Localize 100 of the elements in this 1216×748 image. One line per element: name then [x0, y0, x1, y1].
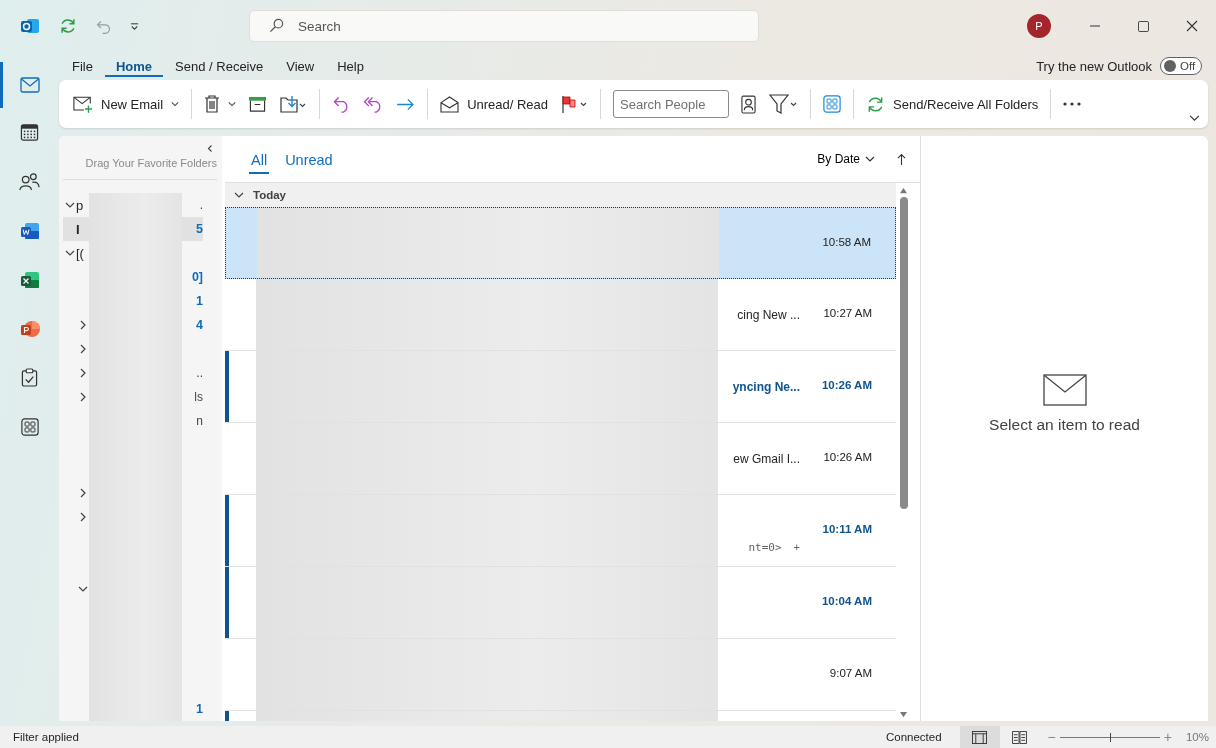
- filter-icon[interactable]: [768, 94, 799, 114]
- folder-name: n: [196, 414, 203, 428]
- more-options-icon[interactable]: [1063, 102, 1082, 106]
- outlook-logo-icon: [19, 16, 40, 36]
- folder-name: [(: [76, 245, 84, 261]
- folder-name: .: [199, 198, 203, 212]
- folder-item[interactable]: 1: [63, 289, 203, 313]
- folder-item[interactable]: [(: [63, 241, 203, 265]
- folder-item[interactable]: n: [63, 409, 203, 433]
- calendar-icon: [20, 123, 39, 142]
- message-item[interactable]: ew Gmail I... 10:26 AM: [225, 423, 896, 495]
- empty-reading-pane-text: Select an item to read: [989, 416, 1140, 434]
- view-button[interactable]: [959, 726, 1000, 748]
- message-item[interactable]: 9:07 AM: [225, 639, 896, 711]
- message-time: 10:11 AM: [822, 523, 872, 535]
- folder-name: ls: [194, 390, 203, 404]
- ribbon-tab[interactable]: File: [61, 54, 104, 78]
- unread-count: 1: [196, 702, 203, 716]
- grid-view-icon[interactable]: [823, 95, 842, 113]
- message-item[interactable]: 10:04 AM: [225, 567, 896, 639]
- zoom-level: 10%: [1185, 731, 1209, 743]
- envelope-icon: [1042, 374, 1087, 406]
- folder-item[interactable]: I 5: [63, 217, 203, 241]
- customize-caret-icon[interactable]: [130, 21, 139, 31]
- mail-icon: [19, 77, 40, 93]
- subject-text: ew Gmail I...: [733, 452, 800, 466]
- sort-dropdown[interactable]: By Date: [811, 151, 881, 167]
- preview-text: nt=0>: [748, 540, 782, 554]
- collapse-chevron-icon[interactable]: [77, 584, 88, 594]
- ribbon-tab[interactable]: Send / Receive: [164, 54, 275, 78]
- message-item[interactable]: 10:58 AM: [225, 207, 896, 279]
- toggle-switch[interactable]: Off: [1160, 57, 1202, 75]
- ribbon-tab[interactable]: Help: [326, 54, 375, 78]
- collapse-chevron-icon[interactable]: [64, 200, 75, 210]
- move-to-folder-icon[interactable]: [279, 95, 308, 113]
- ribbon-tab[interactable]: Home: [104, 55, 164, 77]
- scroll-down-icon[interactable]: [899, 711, 908, 718]
- message-item[interactable]: cing New ... 10:27 AM: [225, 279, 896, 351]
- normal-view-icon: [972, 730, 988, 744]
- avatar[interactable]: P: [1027, 14, 1051, 38]
- sort-arrow-icon[interactable]: [897, 152, 906, 166]
- folder-item[interactable]: 1: [63, 697, 203, 721]
- dropdown-caret-icon[interactable]: [171, 100, 180, 108]
- ribbon-tab[interactable]: View: [275, 54, 326, 78]
- flag-icon[interactable]: [560, 95, 589, 113]
- group-label: Today: [253, 189, 286, 201]
- unread-read-button[interactable]: Unread/ Read: [440, 95, 549, 113]
- dropdown-caret-icon[interactable]: [228, 100, 237, 108]
- collapse-pane-icon[interactable]: [207, 144, 213, 153]
- expand-ribbon-icon[interactable]: [1189, 115, 1200, 122]
- unread-count: 1: [196, 294, 203, 308]
- unread-count: 0]: [191, 270, 203, 284]
- folder-item[interactable]: ls: [63, 385, 203, 409]
- filter-tab[interactable]: Unread: [283, 144, 335, 174]
- excel-icon: [19, 269, 40, 290]
- message-item[interactable]: yncing Ne... 10:26 AM: [225, 351, 896, 423]
- search-people-field[interactable]: Search People: [613, 90, 730, 118]
- folder-name: ..: [196, 366, 203, 380]
- apps-grid-icon: [20, 417, 39, 436]
- folder-item[interactable]: 4: [63, 313, 203, 337]
- message-item[interactable]: nt=0> + 10:11 AM: [225, 495, 896, 567]
- folder-item[interactable]: p .: [63, 193, 203, 217]
- word-icon: [19, 220, 40, 241]
- message-time: 10:04 AM: [821, 595, 872, 607]
- message-time: 10:26 AM: [823, 451, 872, 463]
- filter-tab[interactable]: All: [249, 144, 270, 174]
- new-email-button[interactable]: New Email: [73, 95, 164, 113]
- send-receive-button[interactable]: Send/Receive All Folders: [866, 94, 1039, 114]
- message-time: 9:07 AM: [829, 667, 872, 679]
- scroll-up-icon[interactable]: [899, 187, 908, 194]
- search-field[interactable]: Search: [249, 10, 759, 42]
- preview-text: +: [793, 541, 800, 553]
- search-icon: [269, 18, 284, 33]
- message-time: 10:27 AM: [823, 307, 872, 319]
- chevron-icon[interactable]: [234, 190, 244, 200]
- sync-icon[interactable]: [59, 17, 77, 35]
- folder-item[interactable]: 0]: [63, 265, 203, 289]
- maximize-icon[interactable]: [1138, 20, 1149, 32]
- open-envelope-icon: [440, 95, 460, 113]
- new-email-icon: [73, 95, 93, 113]
- connection-status: Connected: [885, 731, 942, 743]
- book-icon: [1012, 730, 1028, 744]
- forward-icon[interactable]: [396, 97, 416, 111]
- scrollbar-thumb[interactable]: [899, 197, 908, 509]
- group-header[interactable]: Today: [225, 183, 896, 207]
- address-book-icon[interactable]: [741, 94, 757, 114]
- caret-icon: [865, 154, 875, 164]
- clipboard-check-icon: [21, 368, 38, 387]
- people-icon: [19, 172, 40, 191]
- subject-text: yncing Ne...: [732, 380, 800, 394]
- subject-text: cing New ...: [737, 308, 800, 322]
- message-time: 10:26 AM: [821, 379, 872, 391]
- archive-icon[interactable]: [248, 95, 268, 113]
- collapse-chevron-icon[interactable]: [64, 248, 75, 258]
- delete-icon[interactable]: [204, 95, 221, 113]
- folder-item[interactable]: ..: [63, 361, 203, 385]
- new-outlook-label: Try the new Outlook: [1036, 58, 1152, 74]
- close-icon[interactable]: [1186, 20, 1198, 32]
- powerpoint-icon: [19, 318, 40, 339]
- unread-count: 5: [196, 222, 203, 236]
